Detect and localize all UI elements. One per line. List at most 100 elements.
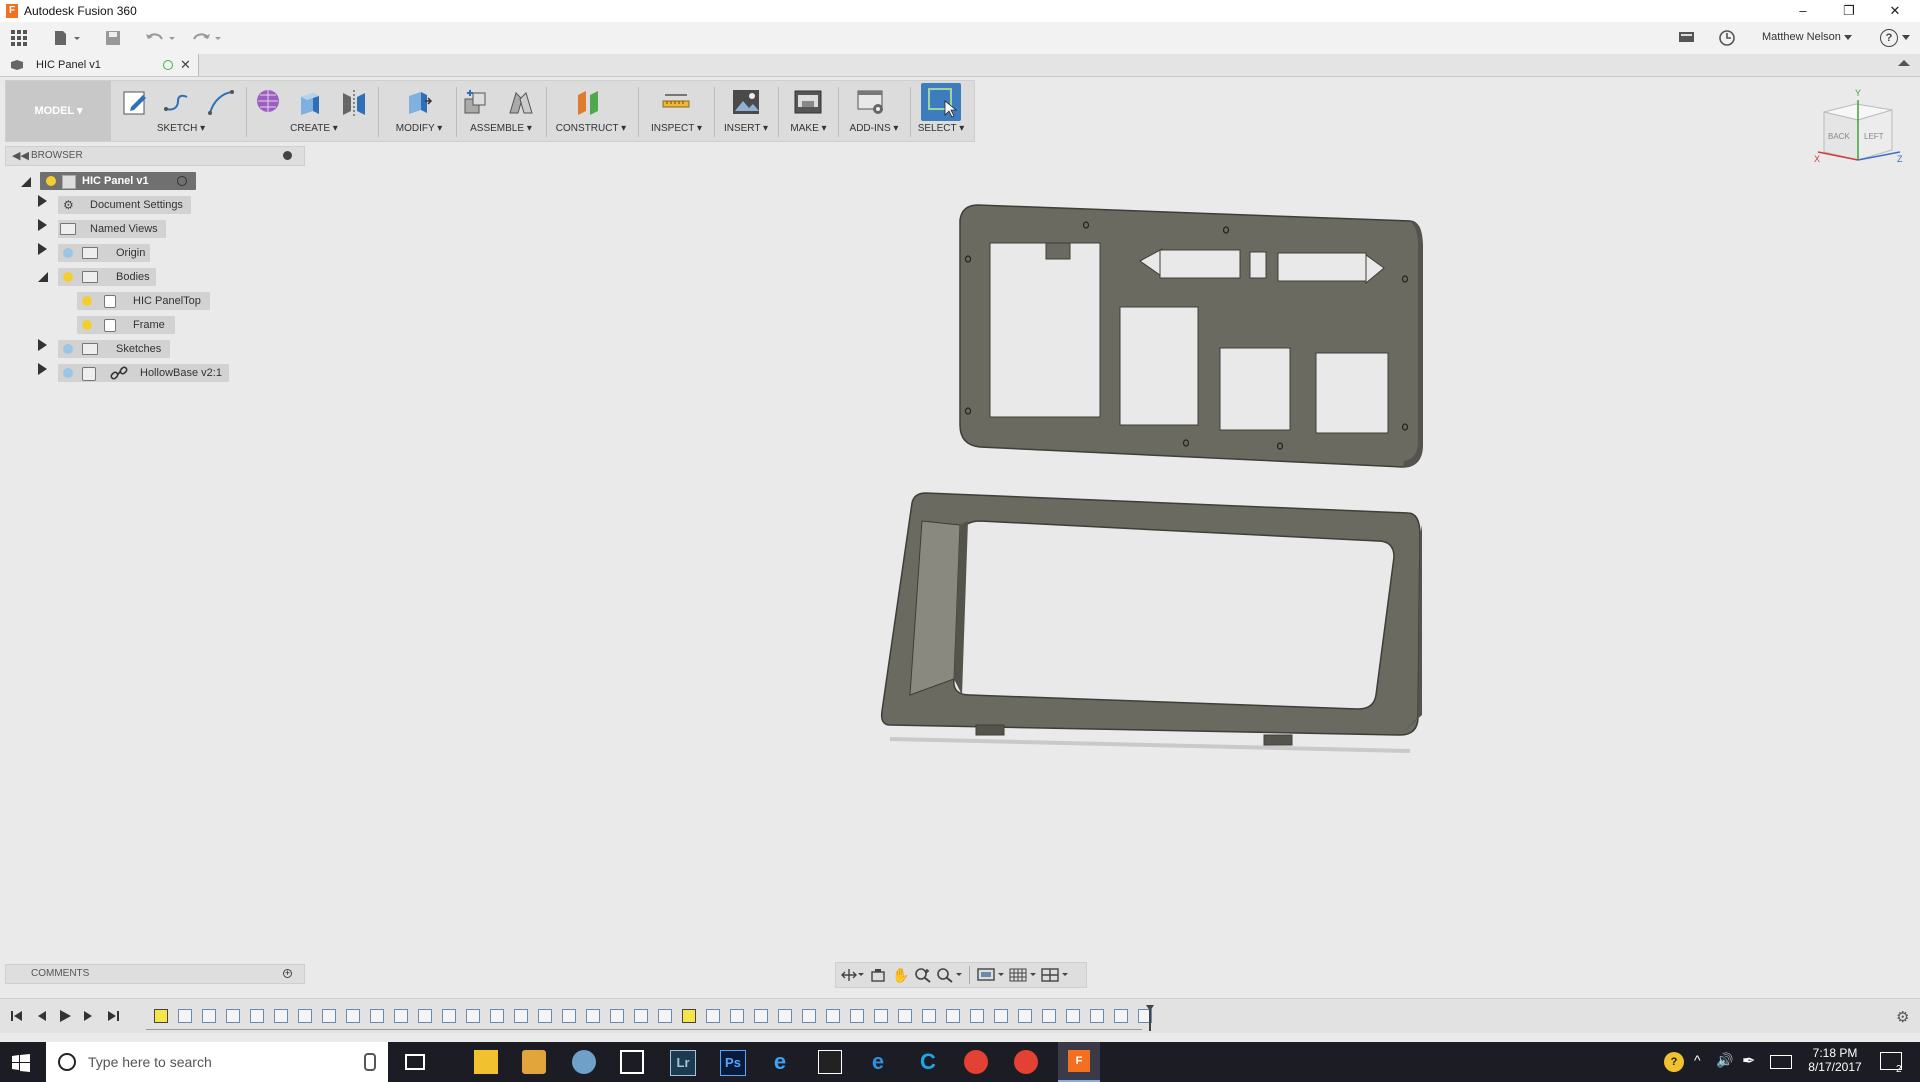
task-view-icon[interactable] [405, 1054, 425, 1070]
look-at-icon[interactable] [870, 967, 886, 983]
mirror-icon[interactable] [339, 87, 369, 117]
canvas-model[interactable] [870, 195, 1430, 815]
clock[interactable]: 7:18 PM 8/17/2017 [1800, 1046, 1870, 1074]
create-form-icon[interactable] [254, 87, 284, 117]
minimize-button[interactable]: – [1780, 0, 1826, 22]
workspace-switcher-button[interactable]: MODEL ▾ [6, 81, 111, 141]
3d-print-icon[interactable] [793, 87, 823, 117]
timeline-feature-icon[interactable] [994, 1009, 1008, 1023]
timeline-feature-icon[interactable] [1042, 1009, 1056, 1023]
timeline-feature-icon[interactable] [202, 1009, 216, 1023]
save-icon[interactable] [104, 29, 122, 47]
timeline-feature-icon[interactable] [970, 1009, 984, 1023]
expand-arrow-icon[interactable] [38, 195, 47, 207]
timeline-feature-icon[interactable] [466, 1009, 480, 1023]
viewcube-left-face[interactable]: LEFT [1864, 132, 1884, 141]
timeline-feature-icon[interactable] [946, 1009, 960, 1023]
timeline-marker-icon[interactable] [1146, 1005, 1154, 1031]
visibility-bulb-icon[interactable] [63, 368, 73, 378]
document-tab[interactable]: HIC Panel v1 ✕ [0, 54, 199, 76]
timeline-feature-icon[interactable] [370, 1009, 384, 1023]
play-icon[interactable] [58, 1009, 72, 1023]
paint-app-icon[interactable] [572, 1050, 596, 1074]
close-tab-icon[interactable]: ✕ [180, 57, 191, 73]
microphone-icon[interactable] [364, 1053, 376, 1071]
orbit-icon[interactable] [840, 967, 864, 983]
cortana-app-icon[interactable]: C [916, 1050, 940, 1074]
timeline-feature-icon[interactable] [1018, 1009, 1032, 1023]
visibility-bulb-icon[interactable] [46, 176, 56, 186]
timeline-feature-icon[interactable] [346, 1009, 360, 1023]
timeline-feature-icon[interactable] [154, 1009, 168, 1023]
display-settings-icon[interactable] [976, 967, 1006, 983]
timeline-feature-icon[interactable] [442, 1009, 456, 1023]
create-sketch-icon[interactable] [121, 87, 151, 117]
collapse-arrow-icon[interactable] [38, 272, 48, 282]
timeline-feature-icon[interactable] [610, 1009, 624, 1023]
timeline-feature-icon[interactable] [1066, 1009, 1080, 1023]
browser-item-named-views[interactable]: Named Views [58, 220, 166, 238]
volume-icon[interactable]: 🔊 [1716, 1052, 1733, 1069]
visibility-bulb-icon[interactable] [63, 248, 73, 258]
help-icon[interactable]: ? [1880, 29, 1898, 47]
timeline-feature-icon[interactable] [586, 1009, 600, 1023]
fusion360-taskbar-button[interactable]: F [1058, 1042, 1100, 1082]
fit-zoom-icon[interactable] [936, 967, 964, 983]
store-icon[interactable] [620, 1050, 644, 1074]
timeline-feature-icon[interactable] [562, 1009, 576, 1023]
undo-icon[interactable] [144, 29, 178, 47]
zoom-icon[interactable] [914, 967, 932, 983]
browser-item-bodies[interactable]: Bodies [58, 268, 156, 286]
insert-image-icon[interactable] [731, 87, 761, 117]
browser-item-origin[interactable]: Origin [58, 244, 150, 262]
assemble-group-label[interactable]: ASSEMBLE ▾ [461, 123, 541, 134]
visibility-bulb-icon[interactable] [82, 296, 92, 306]
timeline-feature-icon[interactable] [394, 1009, 408, 1023]
browser-panel-header[interactable]: ◀◀ BROWSER [5, 146, 305, 166]
expand-arrow-icon[interactable] [38, 339, 47, 351]
sketch-group-label[interactable]: SKETCH ▾ [146, 123, 216, 134]
restore-button[interactable]: ❐ [1826, 0, 1872, 22]
viewcube-back-face[interactable]: BACK [1828, 132, 1850, 141]
timeline-feature-icon[interactable] [898, 1009, 912, 1023]
timeline-feature-icon[interactable] [658, 1009, 672, 1023]
timeline-feature-icon[interactable] [490, 1009, 504, 1023]
joint-icon[interactable] [506, 87, 536, 117]
data-panel-grid-icon[interactable] [10, 29, 28, 47]
step-forward-icon[interactable] [82, 1009, 96, 1023]
browser-item-document-settings[interactable]: ⚙ Document Settings [58, 196, 191, 214]
scripts-addins-icon[interactable] [856, 87, 886, 117]
photoshop-icon[interactable]: Ps [720, 1050, 746, 1076]
timeline-feature-icon[interactable] [514, 1009, 528, 1023]
timeline-feature-icon[interactable] [538, 1009, 552, 1023]
pan-hand-icon[interactable]: ✋ [892, 967, 909, 983]
extrude-icon[interactable] [296, 87, 326, 117]
modify-group-label[interactable]: MODIFY ▾ [389, 123, 449, 134]
lightroom-icon[interactable]: Lr [670, 1050, 696, 1076]
browser-item-hollowbase[interactable]: HollowBase v2:1 [58, 364, 229, 382]
file-menu-icon[interactable] [52, 29, 84, 47]
show-hidden-icons-icon[interactable]: ^ [1694, 1052, 1701, 1068]
timeline-feature-icon[interactable] [274, 1009, 288, 1023]
expand-arrow-icon[interactable] [38, 243, 47, 255]
expand-arrow-icon[interactable] [38, 363, 47, 375]
press-pull-icon[interactable] [403, 87, 433, 117]
close-button[interactable]: ✕ [1872, 0, 1918, 22]
comments-panel-header[interactable]: COMMENTS + [5, 964, 305, 984]
create-group-label[interactable]: CREATE ▾ [274, 123, 354, 134]
timeline-feature-icon[interactable] [1090, 1009, 1104, 1023]
timeline-feature-icon[interactable] [226, 1009, 240, 1023]
insert-group-label[interactable]: INSERT ▾ [716, 123, 776, 134]
root-component[interactable]: HIC Panel v1 [40, 172, 196, 190]
line-tool-icon[interactable] [161, 87, 191, 117]
timeline-feature-icon[interactable] [706, 1009, 720, 1023]
offset-plane-icon[interactable] [574, 87, 604, 117]
user-menu-chevron-icon[interactable] [1844, 35, 1852, 40]
construct-group-label[interactable]: CONSTRUCT ▾ [551, 123, 631, 134]
measure-icon[interactable] [661, 87, 691, 117]
redo-icon[interactable] [190, 29, 224, 47]
keyboard-icon[interactable] [1770, 1055, 1792, 1069]
browser-item-frame[interactable]: Frame [77, 316, 175, 334]
timeline-feature-icon[interactable] [922, 1009, 936, 1023]
browser-item-sketches[interactable]: Sketches [58, 340, 170, 358]
